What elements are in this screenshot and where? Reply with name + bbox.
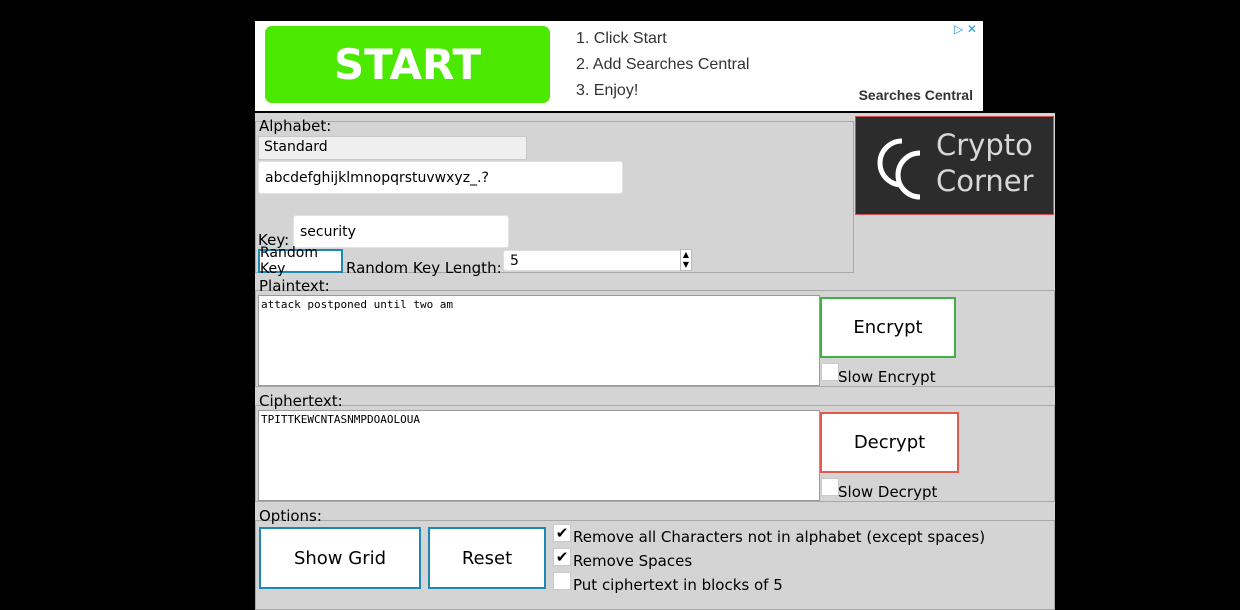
remove-spaces-label: Remove Spaces xyxy=(573,552,693,570)
key-input[interactable]: security xyxy=(293,215,509,248)
plaintext-label: Plaintext: xyxy=(259,277,330,295)
show-grid-button[interactable]: Show Grid xyxy=(259,527,421,589)
ad-step-1: 1. Click Start xyxy=(576,30,667,47)
ciphertext-label: Ciphertext: xyxy=(259,392,343,410)
app-window: Alphabet: Standard abcdefghijklmnopqrstu… xyxy=(255,113,1055,610)
plaintext-textarea[interactable]: attack postponed until two am xyxy=(258,295,820,386)
options-frame: Options: Show Grid Reset ✔ Remove all Ch… xyxy=(255,507,1055,610)
alphabet-input[interactable]: abcdefghijklmnopqrstuvwxyz_.? xyxy=(258,161,623,194)
plaintext-frame: Plaintext: attack postponed until two am… xyxy=(255,277,1055,387)
ad-start-button[interactable]: START xyxy=(265,26,550,103)
decrypt-button[interactable]: Decrypt xyxy=(820,412,959,473)
logo-line-1: Crypto xyxy=(936,128,1033,162)
crypto-corner-logo: Crypto Corner xyxy=(855,116,1054,215)
encrypt-button[interactable]: Encrypt xyxy=(820,297,956,358)
slow-encrypt-label: Slow Encrypt xyxy=(838,368,936,386)
ciphertext-textarea[interactable]: TPITTKEWCNTASNMPDOAOLOUA xyxy=(258,410,820,501)
reset-button[interactable]: Reset xyxy=(428,527,546,589)
random-key-length-label: Random Key Length: xyxy=(346,259,502,277)
ad-choices-icon[interactable]: ▷ ✕ xyxy=(954,22,977,36)
slow-decrypt-label: Slow Decrypt xyxy=(838,483,938,501)
random-key-button[interactable]: Random Key xyxy=(258,245,343,277)
logo-line-2: Corner xyxy=(936,164,1034,198)
ciphertext-frame: Ciphertext: TPITTKEWCNTASNMPDOAOLOUA Dec… xyxy=(255,392,1055,502)
alphabet-label: Alphabet: xyxy=(259,117,332,135)
ad-step-2: 2. Add Searches Central xyxy=(576,56,750,73)
blocks-of-5-checkbox[interactable] xyxy=(553,572,571,590)
options-label: Options: xyxy=(259,507,322,525)
alphabet-frame: Alphabet: Standard abcdefghijklmnopqrstu… xyxy=(255,117,854,277)
slow-decrypt-checkbox[interactable] xyxy=(821,478,839,496)
cc-logo-icon xyxy=(877,138,921,200)
remove-spaces-checkbox[interactable]: ✔ xyxy=(553,548,571,566)
length-spinner[interactable]: ▲ ▼ xyxy=(680,249,692,271)
alphabet-preset-select[interactable]: Standard xyxy=(258,136,527,160)
slow-encrypt-checkbox[interactable] xyxy=(821,363,839,381)
random-key-length-input[interactable]: 5 xyxy=(503,250,683,271)
remove-chars-label: Remove all Characters not in alphabet (e… xyxy=(573,528,986,546)
ad-step-3: 3. Enjoy! xyxy=(576,82,639,99)
ad-brand: Searches Central xyxy=(858,87,973,103)
blocks-of-5-label: Put ciphertext in blocks of 5 xyxy=(573,576,783,594)
ad-banner[interactable]: START 1. Click Start 2. Add Searches Cen… xyxy=(255,21,983,111)
remove-chars-checkbox[interactable]: ✔ xyxy=(553,524,571,542)
